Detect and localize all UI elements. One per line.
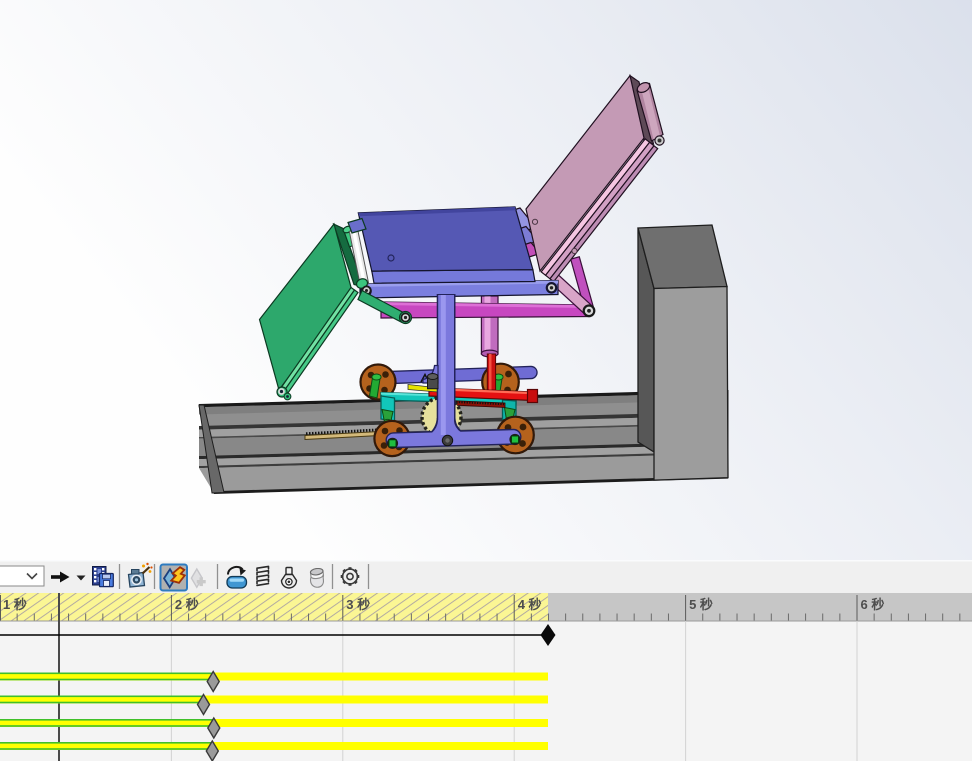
svg-text:1 秒: 1 秒 xyxy=(3,597,27,612)
svg-text:6 秒: 6 秒 xyxy=(861,597,885,612)
svg-text:5 秒: 5 秒 xyxy=(689,597,713,612)
svg-text:2 秒: 2 秒 xyxy=(175,597,199,612)
svg-text:3 秒: 3 秒 xyxy=(346,597,370,612)
svg-text:4 秒: 4 秒 xyxy=(518,597,542,612)
